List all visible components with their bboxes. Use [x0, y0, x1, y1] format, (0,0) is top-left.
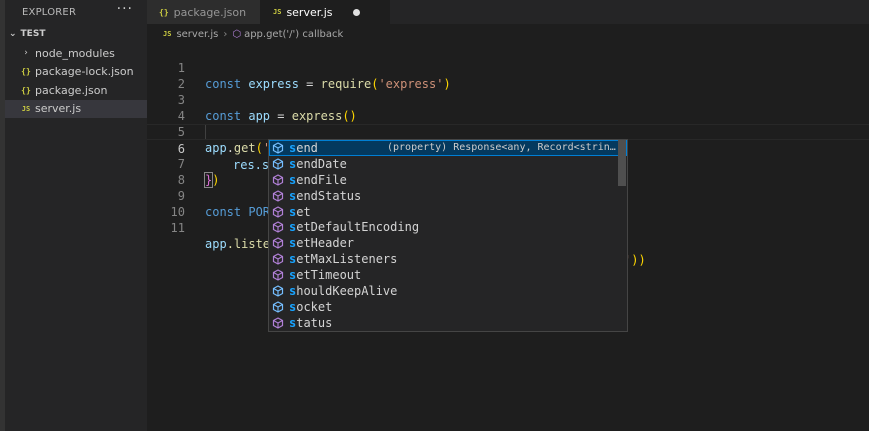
- breadcrumb: JS server.js › ⬡ app.get('/') callback: [147, 24, 869, 44]
- code-line-current: 6 res.s: [147, 124, 869, 173]
- suggestion-label: shouldKeepAlive: [289, 284, 397, 298]
- suggestion-scrollbar[interactable]: [618, 140, 626, 186]
- suggestion-rest: ocket: [296, 299, 333, 314]
- code-line: 5 app.get('/', (req, res) => {: [147, 108, 869, 156]
- chevron-right-icon: ›: [24, 48, 28, 59]
- suggestion-rest: tatus: [296, 315, 333, 330]
- method-icon: [272, 189, 284, 202]
- file-tree-item[interactable]: {} package-lock.json: [5, 63, 147, 82]
- suggestion-item[interactable]: socket: [269, 299, 627, 315]
- tab-label: server.js: [286, 5, 333, 19]
- file-tree-item-label: package-lock.json: [35, 65, 134, 79]
- suggestion-label: set: [289, 205, 311, 219]
- line-code: app.liste: [205, 236, 270, 252]
- paren: )): [631, 253, 646, 267]
- suggestion-rest: endFile: [296, 172, 347, 187]
- explorer-header: EXPLORER ···: [5, 0, 147, 24]
- js-file-icon: JS: [273, 8, 282, 16]
- code-line: 1 const express = require('express'): [147, 44, 869, 91]
- code-line: 3 const app = express(): [147, 76, 869, 123]
- breadcrumb-separator: ›: [223, 28, 228, 40]
- breadcrumb-symbol[interactable]: app.get('/') callback: [244, 29, 343, 40]
- suggestion-label: status: [289, 316, 332, 330]
- json-file-icon: {}: [159, 7, 169, 17]
- json-file-icon: {}: [21, 67, 31, 77]
- suggestion-label: sendFile: [289, 173, 347, 187]
- json-file-icon: {}: [21, 85, 31, 95]
- suggestion-item[interactable]: setHeader: [269, 235, 627, 251]
- suggestion-item[interactable]: setDefaultEncoding: [269, 219, 627, 235]
- editor-tabs: {} package.json JS server.js: [147, 0, 869, 24]
- suggestion-item[interactable]: set: [269, 204, 627, 220]
- tab-label: package.json: [173, 5, 247, 19]
- function-name: .liste: [226, 237, 271, 251]
- method-icon: [272, 253, 284, 265]
- suggestion-list: send (property) Response<any, Record<stri…: [269, 140, 627, 331]
- more-actions-icon[interactable]: ···: [117, 1, 133, 17]
- suggestion-item[interactable]: setMaxListeners: [269, 251, 627, 267]
- suggestion-item[interactable]: sendFile: [269, 172, 627, 188]
- method-icon: [272, 269, 284, 281]
- suggestion-rest: etDefaultEncoding: [296, 220, 420, 235]
- file-tree-item[interactable]: › node_modules: [5, 44, 147, 63]
- workspace-folder-label: TEST: [20, 29, 46, 39]
- property-icon: [272, 301, 284, 313]
- suggestion-item[interactable]: status: [269, 315, 627, 331]
- code-line: 2: [147, 60, 869, 91]
- method-icon: [272, 237, 284, 249]
- identifier: app: [205, 237, 227, 251]
- suggestion-item[interactable]: shouldKeepAlive: [269, 283, 627, 299]
- tab-package-json[interactable]: {} package.json: [147, 0, 260, 24]
- suggestion-detail: (property) Response<any, Record<string…: [387, 142, 619, 154]
- tab-server-js[interactable]: JS server.js: [260, 0, 390, 24]
- symbol-method-icon: ⬡: [232, 28, 242, 40]
- suggestion-label: sendStatus: [289, 189, 361, 203]
- suggestion-label: setDefaultEncoding: [289, 220, 419, 234]
- property-icon: [272, 142, 284, 154]
- file-tree: › node_modules {} package-lock.json {} packag…: [5, 44, 147, 118]
- suggestion-rest: etHeader: [296, 236, 355, 251]
- explorer-sidebar: EXPLORER ··· ⌄ TEST › node_modules {} packa…: [5, 0, 147, 431]
- suggestion-label: setHeader: [289, 236, 354, 250]
- suggestion-item[interactable]: sendDate: [269, 156, 627, 172]
- property-icon: [272, 158, 284, 170]
- suggestion-label: socket: [289, 300, 332, 314]
- file-tree-item-label: server.js: [35, 102, 82, 116]
- line-number: 11: [170, 221, 185, 235]
- suggestion-rest: endStatus: [296, 188, 362, 203]
- file-tree-item-label: node_modules: [35, 46, 115, 60]
- suggestion-rest: etMaxListeners: [296, 252, 398, 267]
- method-icon: [272, 174, 284, 186]
- workspace-folder[interactable]: ⌄ TEST: [5, 24, 147, 44]
- file-tree-item-label: package.json: [35, 83, 108, 97]
- method-icon: [272, 205, 284, 218]
- suggestion-rest: end: [296, 140, 318, 155]
- unsaved-changes-dot-icon[interactable]: [352, 8, 360, 16]
- file-tree-item[interactable]: JS server.js: [5, 99, 147, 118]
- explorer-title: EXPLORER: [22, 6, 77, 18]
- suggestion-rest: et: [296, 204, 311, 219]
- suggestion-rest: houldKeepAlive: [296, 283, 398, 298]
- code-line: 4: [147, 92, 869, 123]
- suggestion-widget: send (property) Response<any, Record<stri…: [268, 139, 628, 332]
- file-tree-item[interactable]: {} package.json: [5, 81, 147, 100]
- suggestion-label: sendDate: [289, 157, 347, 171]
- suggestion-rest: endDate: [296, 156, 347, 171]
- chevron-down-icon: ⌄: [9, 29, 17, 39]
- js-file-icon: JS: [163, 30, 172, 38]
- suggestion-item[interactable]: sendStatus: [269, 188, 627, 204]
- suggestion-rest: etTimeout: [296, 268, 362, 283]
- suggestion-label: setMaxListeners: [289, 252, 397, 266]
- method-icon: [272, 221, 284, 234]
- suggestion-label: setTimeout: [289, 268, 361, 282]
- method-icon: [272, 317, 284, 329]
- js-file-icon: JS: [21, 104, 31, 113]
- suggestion-item[interactable]: send (property) Response<any, Record<stri…: [269, 140, 627, 156]
- suggestion-label: send: [289, 141, 318, 155]
- property-icon: [272, 285, 284, 297]
- breadcrumb-file[interactable]: server.js: [176, 29, 218, 40]
- suggestion-item[interactable]: setTimeout: [269, 267, 627, 283]
